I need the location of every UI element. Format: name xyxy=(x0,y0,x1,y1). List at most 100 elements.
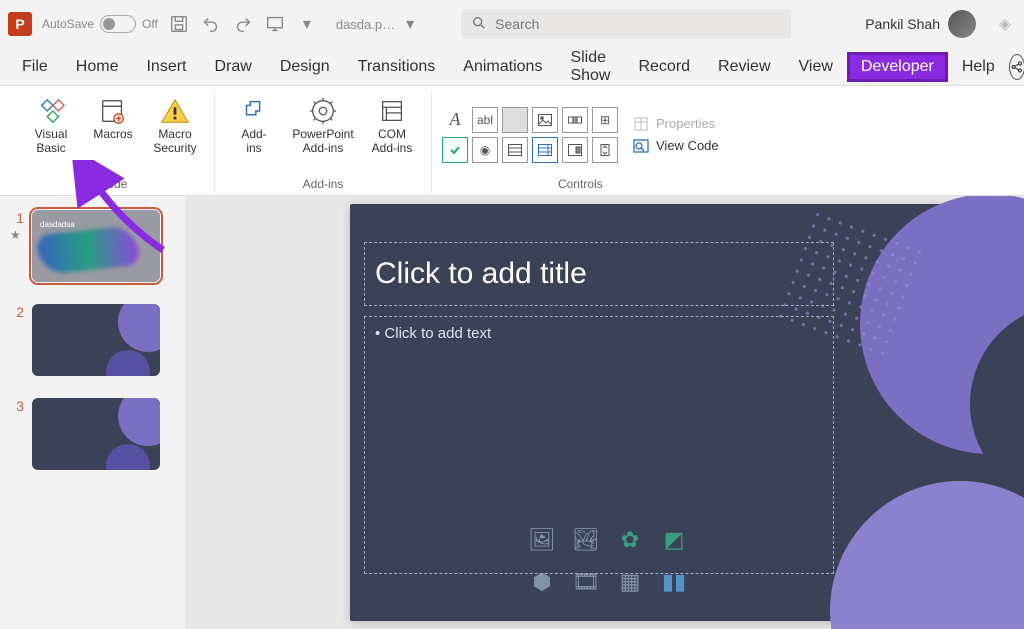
group-label-addins: Add-ins xyxy=(303,177,344,193)
autosave-state: Off xyxy=(142,17,158,31)
tab-transitions[interactable]: Transitions xyxy=(344,52,450,82)
tab-developer[interactable]: Developer xyxy=(847,52,948,82)
user-avatar xyxy=(948,10,976,38)
autosave-label: AutoSave xyxy=(42,17,94,31)
ribbon-developer: Visual Basic Macros Macro Security Code xyxy=(0,86,1024,196)
insert-chart-icon[interactable]: ▮▮ xyxy=(657,569,691,603)
addins-icon xyxy=(239,94,269,128)
tab-animations[interactable]: Animations xyxy=(449,52,556,82)
com-addins-button[interactable]: COM Add-ins xyxy=(363,92,421,158)
macro-security-label: Macro Security xyxy=(153,128,196,156)
insert-3dmodel-icon[interactable]: ⬢ xyxy=(525,569,559,603)
search-box[interactable]: Search xyxy=(461,9,791,39)
redo-icon[interactable] xyxy=(232,13,254,35)
insert-video-icon[interactable]: 🎞︎ xyxy=(569,569,603,603)
tab-design[interactable]: Design xyxy=(266,52,344,82)
properties-button[interactable]: Properties xyxy=(632,115,719,133)
group-label-controls: Controls xyxy=(558,177,603,193)
control-image-icon[interactable] xyxy=(532,107,558,133)
control-spinbutton-icon[interactable] xyxy=(592,137,618,163)
tab-draw[interactable]: Draw xyxy=(200,52,265,82)
autosave-group: AutoSave Off xyxy=(42,15,158,33)
group-label-code: Code xyxy=(99,177,128,193)
tab-view[interactable]: View xyxy=(785,52,847,82)
ribbon-group-addins: Add- ins PowerPoint Add-ins COM Add-ins … xyxy=(215,92,432,193)
powerpoint-addins-icon xyxy=(308,94,338,128)
ribbon-group-controls: A abl ⊞ ◉ Properties xyxy=(432,92,729,193)
powerpoint-app-icon: P xyxy=(8,12,32,36)
visual-basic-button[interactable]: Visual Basic xyxy=(22,92,80,158)
control-optionbutton-icon[interactable]: ◉ xyxy=(472,137,498,163)
controls-gallery: A abl ⊞ ◉ xyxy=(442,107,618,163)
control-scrollbar-icon[interactable] xyxy=(562,107,588,133)
tab-home[interactable]: Home xyxy=(62,52,133,82)
thumbnail-number: 3 xyxy=(10,398,24,414)
control-combobox-icon[interactable] xyxy=(502,137,528,163)
slide-thumbnail-2[interactable] xyxy=(32,304,160,376)
undo-icon[interactable] xyxy=(200,13,222,35)
control-label-icon[interactable]: A xyxy=(442,107,468,133)
tab-review[interactable]: Review xyxy=(704,52,784,82)
share-button[interactable] xyxy=(1009,54,1024,80)
view-code-label: View Code xyxy=(656,138,719,153)
insert-smartart-icon[interactable]: ◩ xyxy=(657,527,691,561)
slide[interactable]: Click to add title Click to add text 🖼︎ … xyxy=(350,204,1024,621)
addins-button[interactable]: Add- ins xyxy=(225,92,283,158)
thumbnail-row: 3 xyxy=(10,398,175,470)
tab-insert[interactable]: Insert xyxy=(132,52,200,82)
control-checkbox-icon[interactable]: ⊞ xyxy=(592,107,618,133)
macro-security-button[interactable]: Macro Security xyxy=(146,92,204,158)
insert-table-icon[interactable]: ▦ xyxy=(613,569,647,603)
doc-dropdown-icon[interactable]: ▾ xyxy=(399,13,421,35)
title-bar: P AutoSave Off ▾ dasda.p… ▾ Search Panki… xyxy=(0,0,1024,48)
user-account[interactable]: Pankil Shah xyxy=(865,10,976,38)
powerpoint-addins-label: PowerPoint Add-ins xyxy=(292,128,353,156)
control-checkbox2-icon[interactable] xyxy=(442,137,468,163)
body-placeholder[interactable]: Click to add text 🖼︎ 🏞︎ ✿ ◩ ⬢ 🎞︎ ▦ ▮▮ xyxy=(364,316,834,574)
autosave-toggle[interactable] xyxy=(100,15,136,33)
thumbnail-panel[interactable]: 1 ★ dasdadsa 2 3 xyxy=(0,196,185,629)
qat-more-icon[interactable]: ▾ xyxy=(296,13,318,35)
save-icon[interactable] xyxy=(168,13,190,35)
tab-help[interactable]: Help xyxy=(948,52,1009,82)
tab-slide-show[interactable]: Slide Show xyxy=(556,43,624,91)
view-code-icon xyxy=(632,137,650,155)
visual-basic-label: Visual Basic xyxy=(35,128,67,156)
present-from-beginning-icon[interactable] xyxy=(264,13,286,35)
thumbnail-row: 2 xyxy=(10,304,175,376)
search-icon xyxy=(471,15,487,34)
thumbnail-title: dasdadsa xyxy=(40,220,75,229)
properties-icon xyxy=(632,115,650,133)
com-addins-icon xyxy=(377,94,407,128)
control-listbox-icon[interactable] xyxy=(532,137,558,163)
slide-thumbnail-3[interactable] xyxy=(32,398,160,470)
tab-file[interactable]: File xyxy=(8,52,62,82)
properties-label: Properties xyxy=(656,116,715,131)
ribbon-tabs: File Home Insert Draw Design Transitions… xyxy=(0,48,1024,86)
control-textbox-icon[interactable]: abl xyxy=(472,107,498,133)
control-togglebutton-icon[interactable] xyxy=(562,137,588,163)
transition-indicator-icon: ★ xyxy=(10,228,24,242)
search-placeholder: Search xyxy=(495,16,539,32)
slide-thumbnail-1[interactable]: dasdadsa xyxy=(32,210,160,282)
view-code-button[interactable]: View Code xyxy=(632,137,719,155)
powerpoint-addins-button[interactable]: PowerPoint Add-ins xyxy=(287,92,359,158)
premium-icon[interactable]: ◈ xyxy=(994,13,1016,35)
slide-canvas-area[interactable]: Click to add title Click to add text 🖼︎ … xyxy=(185,196,1024,629)
thumbnail-number: 2 xyxy=(10,304,24,320)
macros-button[interactable]: Macros xyxy=(84,92,142,144)
visual-basic-icon xyxy=(36,94,66,128)
thumbnail-row: 1 ★ dasdadsa xyxy=(10,210,175,282)
insert-picture-icon[interactable]: 🏞︎ xyxy=(569,527,603,561)
document-name[interactable]: dasda.p… xyxy=(336,17,395,32)
workspace: 1 ★ dasdadsa 2 3 xyxy=(0,196,1024,629)
ribbon-group-code: Visual Basic Macros Macro Security Code xyxy=(12,92,215,193)
insert-stock-image-icon[interactable]: 🖼︎ xyxy=(525,527,559,561)
control-commandbutton-icon[interactable] xyxy=(502,107,528,133)
macros-label: Macros xyxy=(93,128,132,142)
tab-record[interactable]: Record xyxy=(624,52,704,82)
title-placeholder[interactable]: Click to add title xyxy=(364,242,834,306)
thumbnail-number: 1 xyxy=(10,210,24,226)
title-placeholder-text: Click to add title xyxy=(375,257,587,291)
insert-icon-icon[interactable]: ✿ xyxy=(613,527,647,561)
